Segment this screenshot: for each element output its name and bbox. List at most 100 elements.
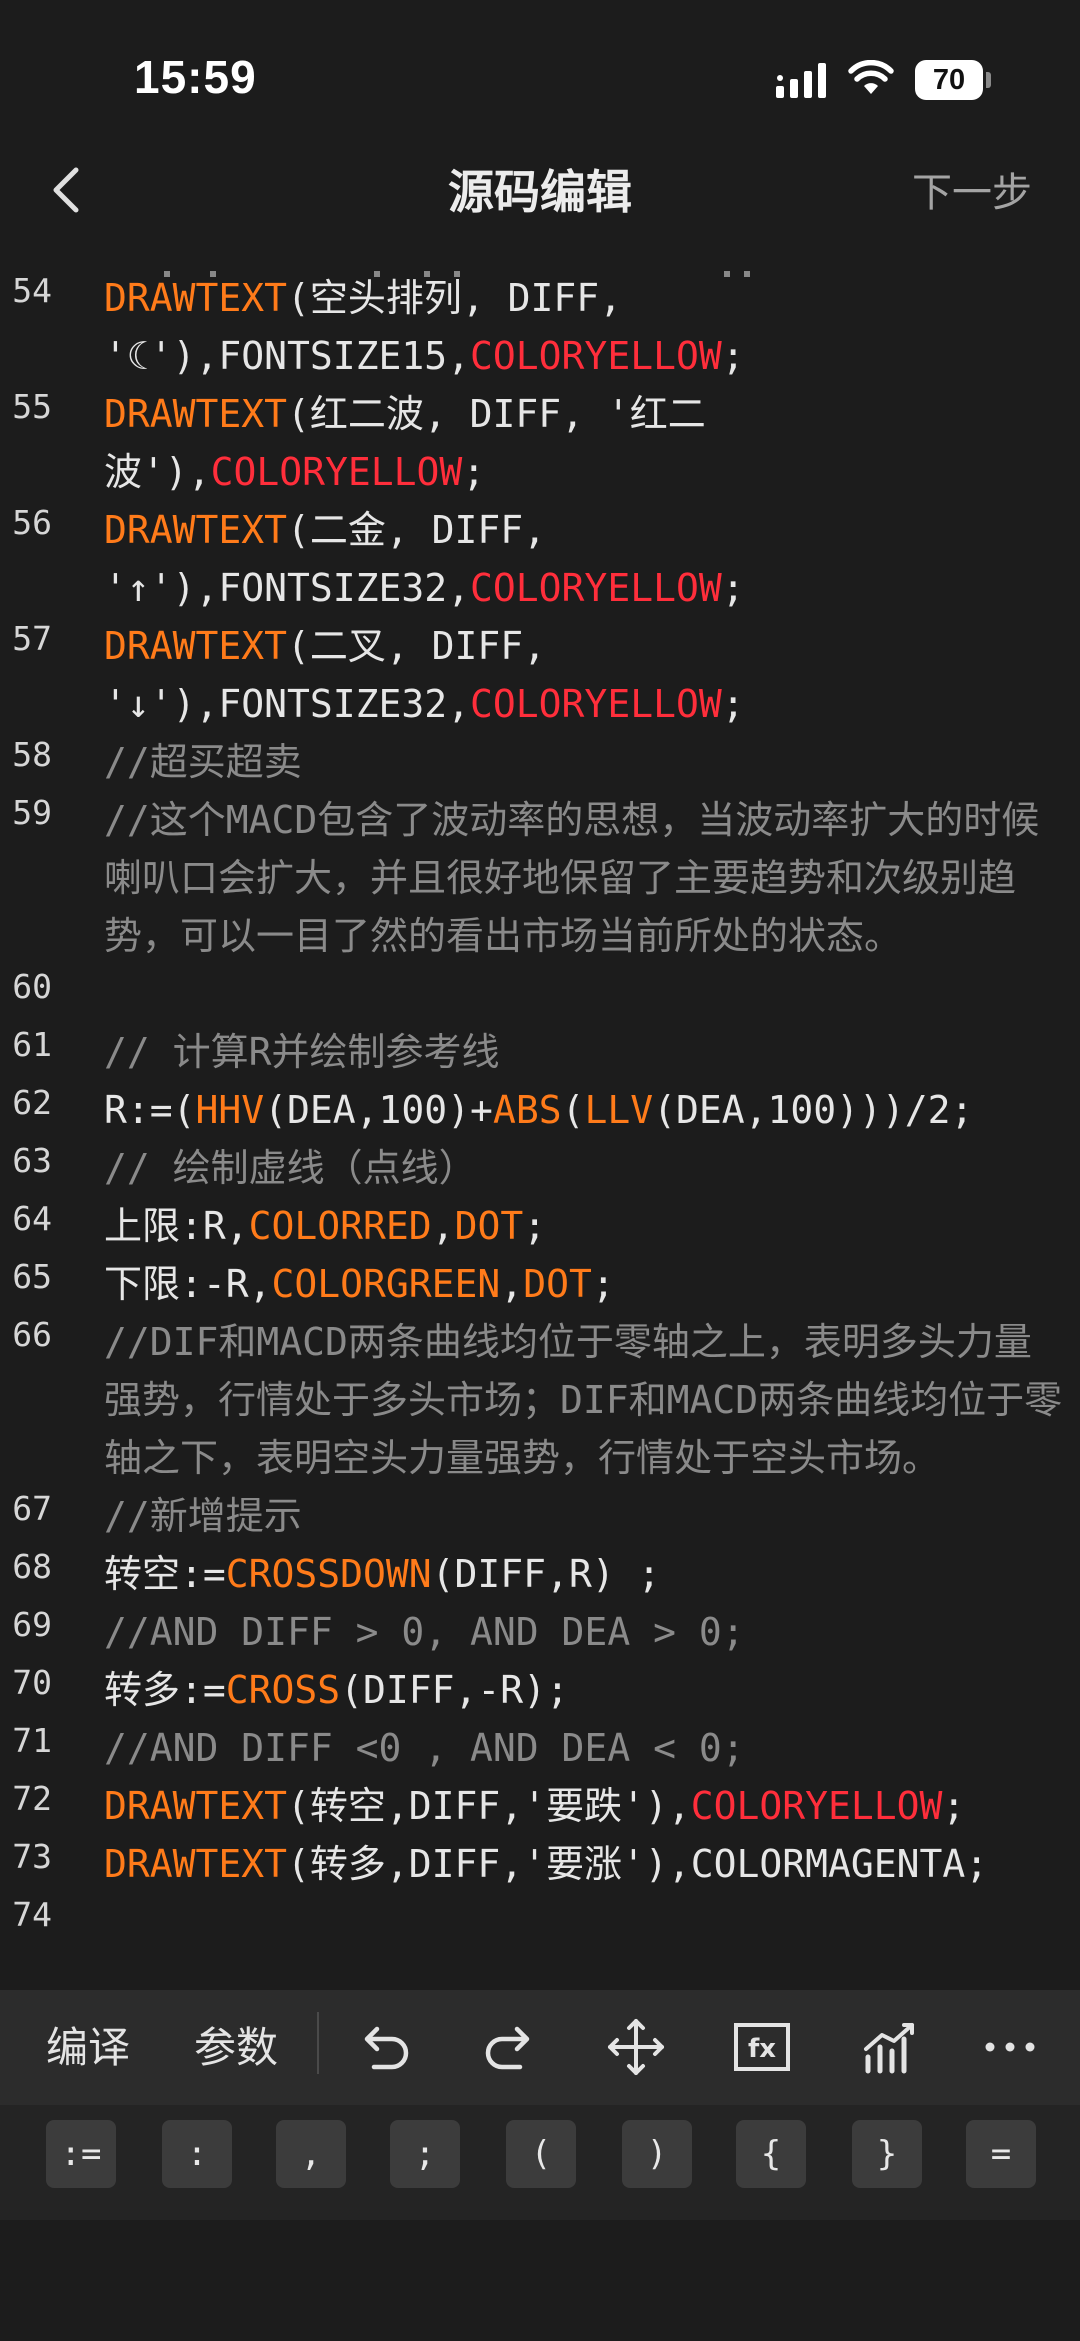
symbol-key[interactable]: ) [622,2120,692,2188]
symbol-key[interactable]: := [46,2120,116,2188]
code-comment: 轴之下，表明空头力量强势，行情处于空头市场。 [104,1436,941,1480]
move-cursor-icon[interactable] [602,2013,670,2081]
code-line[interactable]: 71 //AND DIFF <0 , AND DEA < 0; [0,1721,1080,1779]
code-text-row: //新增提示 [104,1487,1080,1545]
code-line[interactable]: 67 //新增提示 [0,1489,1080,1547]
code-comment: 喇叭口会扩大，并且很好地保留了主要趋势和次级别趋 [104,856,1017,900]
code-text-row: //DIF和MACD两条曲线均位于零轴之上，表明多头力量 [104,1313,1080,1371]
wifi-icon [848,59,894,98]
code-text-row: 上限:R,COLORRED,DOT; [104,1197,1080,1255]
line-number: 61 [12,1025,52,1064]
code-function: DRAWTEXT [104,624,288,668]
code-comment: //AND DIFF > 0, AND DEA > 0; [104,1610,745,1654]
line-number: 71 [12,1721,52,1760]
code-line[interactable]: 66 //DIF和MACD两条曲线均位于零轴之上，表明多头力量 强势，行情处于多头市… [0,1315,1080,1489]
code-line[interactable]: 61 // 计算R并绘制参考线 [0,1025,1080,1083]
code-text-row: // 绘制虚线（点线） [104,1139,1080,1197]
line-number: 72 [12,1779,52,1818]
symbol-key[interactable]: = [966,2120,1036,2188]
code-function: DRAWTEXT [104,508,288,552]
code-text-row: //AND DIFF <0 , AND DEA < 0; [104,1719,1080,1777]
symbol-key[interactable]: ( [506,2120,576,2188]
code-text: (DIFF,-R); [340,1668,569,1712]
code-line[interactable]: 70 转多:=CROSS(DIFF,-R); [0,1663,1080,1721]
code-text-row: 强势，行情处于多头市场；DIF和MACD两条曲线均位于零 [104,1371,1080,1429]
code-text: 波'), [104,450,211,494]
code-text: ; [721,334,745,378]
toolbar-divider [317,2012,319,2074]
line-number: 60 [12,967,52,1006]
code-comment: //DIF和MACD两条曲线均位于零轴之上，表明多头力量 [104,1320,1032,1364]
code-line[interactable]: 74 [0,1895,1080,1953]
code-comment: //AND DIFF <0 , AND DEA < 0; [104,1726,745,1770]
code-text: (DEA,100)+ [264,1088,493,1132]
code-line[interactable]: 65 下限:-R,COLORGREEN,DOT; [0,1257,1080,1315]
params-button[interactable]: 参数 [194,1990,278,2105]
code-text-row: //这个MACD包含了波动率的思想，当波动率扩大的时候 [104,791,1080,849]
code-text: ; [721,566,745,610]
line-number: 64 [12,1199,52,1238]
code-text-row: R:=(HHV(DEA,100)+ABS(LLV(DEA,100)))/2; [104,1081,1080,1139]
code-text: (红二波, DIFF, '红二 [287,392,706,436]
indicator-chart-icon[interactable] [856,2013,924,2081]
code-text: (转空,DIFF,'要跌'), [287,1784,691,1828]
code-line[interactable]: 58 //超买超卖 [0,735,1080,793]
code-line[interactable]: 57 DRAWTEXT(二叉, DIFF, '↓'),FONTSIZE32,COLO… [0,619,1080,735]
code-text: 转空:= [104,1552,226,1596]
code-function: CROSS [225,1668,341,1712]
code-function: DRAWTEXT [104,276,288,320]
code-text: ; [523,1204,547,1248]
code-text: 下限:-R, [104,1262,272,1306]
function-insert-icon[interactable]: fx [728,2013,796,2081]
code-color-keyword: COLORYELLOW [690,1784,943,1828]
code-line[interactable]: 63 // 绘制虚线（点线） [0,1141,1080,1199]
symbol-keyboard-row: :=:,; () {} = [0,2105,1080,2220]
symbol-key[interactable]: ; [390,2120,460,2188]
code-text: ; [462,450,486,494]
code-function: DOT [454,1204,524,1248]
compile-button[interactable]: 编译 [46,1990,130,2105]
code-text-row: 轴之下，表明空头力量强势，行情处于空头市场。 [104,1429,1080,1487]
code-text: '☾'),FONTSIZE15, [104,334,471,378]
code-text: (二叉, DIFF, [287,624,547,668]
next-step-button[interactable]: 下一步 [912,160,1032,218]
code-line[interactable]: 73 DRAWTEXT(转多,DIFF,'要涨'),COLORMAGENTA; [0,1837,1080,1895]
code-editor[interactable]: 54 DRAWTEXT(空头排列, DIFF, '☾'),FONTSIZE15,CO… [0,262,1080,1990]
code-line[interactable]: 64 上限:R,COLORRED,DOT; [0,1199,1080,1257]
symbol-key[interactable]: { [736,2120,806,2188]
symbol-key[interactable]: , [276,2120,346,2188]
line-number: 59 [12,793,52,832]
redo-icon[interactable] [476,2013,544,2081]
code-text-row: //超买超卖 [104,733,1080,791]
battery-indicator: 70 [915,60,983,100]
code-function: ABS [492,1088,562,1132]
code-text: (二金, DIFF, [287,508,547,552]
battery-level: 70 [932,64,966,96]
code-line[interactable]: 55 DRAWTEXT(红二波, DIFF, '红二 波'),COLORYELLOW… [0,387,1080,503]
code-line[interactable]: 69 //AND DIFF > 0, AND DEA > 0; [0,1605,1080,1663]
code-line[interactable]: 60 [0,967,1080,1025]
code-color-keyword: COLORYELLOW [470,334,722,378]
code-comment: // 计算R并绘制参考线 [104,1030,500,1074]
code-text-row: DRAWTEXT(转空,DIFF,'要跌'),COLORYELLOW; [104,1777,1080,1835]
code-text-row: DRAWTEXT(转多,DIFF,'要涨'),COLORMAGENTA; [104,1835,1080,1893]
code-line[interactable]: 56 DRAWTEXT(二金, DIFF, '↑'),FONTSIZE32,COLO… [0,503,1080,619]
more-icon[interactable] [976,2013,1044,2081]
symbol-key[interactable]: } [852,2120,922,2188]
code-line[interactable]: 62 R:=(HHV(DEA,100)+ABS(LLV(DEA,100)))/2; [0,1083,1080,1141]
undo-icon[interactable] [350,2013,418,2081]
code-function: DRAWTEXT [104,1784,288,1828]
code-function: DRAWTEXT [104,1842,288,1886]
code-line[interactable]: 68 转空:=CROSSDOWN(DIFF,R) ; [0,1547,1080,1605]
source-editor-screen: 15:59 70 源码编辑 下一步 54 DRAWTEXT(空头排列, DIFF… [0,0,1080,2341]
code-line[interactable]: 72 DRAWTEXT(转空,DIFF,'要跌'),COLORYELLOW; [0,1779,1080,1837]
code-text-row: DRAWTEXT(二叉, DIFF, [104,617,1080,675]
line-number: 70 [12,1663,52,1702]
code-line[interactable]: 54 DRAWTEXT(空头排列, DIFF, '☾'),FONTSIZE15,CO… [0,271,1080,387]
battery-tip [986,72,991,88]
code-line[interactable]: 59 //这个MACD包含了波动率的思想，当波动率扩大的时候喇叭口会扩大，并且很好… [0,793,1080,967]
code-text: (空头排列, DIFF, [287,276,623,320]
symbol-key[interactable]: : [162,2120,232,2188]
line-number: 57 [12,619,52,658]
code-text: (转多,DIFF,'要涨'),COLORMAGENTA; [287,1842,989,1886]
